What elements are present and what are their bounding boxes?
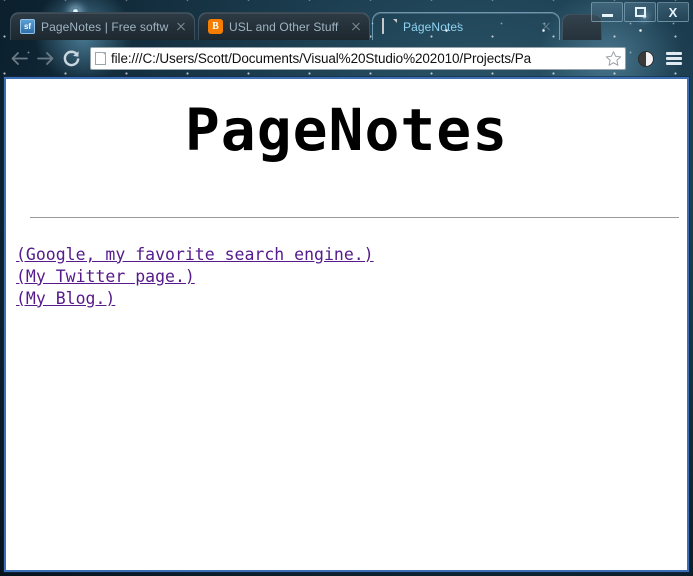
close-icon[interactable] [174, 20, 188, 34]
window-controls: X [590, 2, 689, 24]
app-menu-button[interactable] [661, 46, 687, 72]
tab-label: PageNotes | Free softwa [41, 19, 169, 34]
link-list: (Google, my favorite search engine.) (My… [16, 244, 687, 310]
close-icon[interactable] [539, 20, 553, 34]
tab-label: USL and Other Stuff [229, 19, 339, 34]
address-bar[interactable]: file:///C:/Users/Scott/Documents/Visual%… [90, 47, 626, 70]
close-icon: X [668, 4, 678, 20]
bookmark-star-icon[interactable] [605, 50, 623, 67]
half-circle-icon [638, 50, 654, 67]
document-icon [382, 18, 397, 34]
maximize-icon [634, 7, 646, 17]
browser-toolbar: file:///C:/Users/Scott/Documents/Visual%… [0, 40, 693, 77]
tab-label: PageNotes [403, 19, 464, 34]
horizontal-divider [30, 216, 679, 218]
arrow-left-icon [11, 52, 28, 65]
page-viewport: PageNotes (Google, my favorite search en… [4, 77, 689, 572]
maximize-button[interactable] [624, 2, 656, 22]
close-icon[interactable] [349, 20, 363, 34]
browser-window: sf PageNotes | Free softwa B USL and Oth… [0, 0, 693, 576]
forward-button[interactable] [32, 46, 58, 72]
blogger-icon: B [208, 19, 223, 34]
link-blog[interactable]: (My Blog.) [16, 288, 687, 310]
sourceforge-icon: sf [20, 19, 35, 34]
reload-icon [63, 50, 79, 67]
link-google[interactable]: (Google, my favorite search engine.) [16, 244, 687, 266]
tab-pagenotes-sourceforge[interactable]: sf PageNotes | Free softwa [10, 12, 195, 40]
menu-icon [666, 50, 682, 68]
page-content: PageNotes (Google, my favorite search en… [6, 79, 687, 570]
tab-pagenotes-active[interactable]: PageNotes [372, 12, 560, 40]
arrow-right-icon [36, 52, 53, 65]
minimize-icon [601, 14, 613, 17]
link-twitter[interactable]: (My Twitter page.) [16, 266, 687, 288]
page-title: PageNotes [184, 96, 509, 164]
close-button[interactable]: X [657, 2, 689, 22]
tab-usl-and-other-stuff[interactable]: B USL and Other Stuff [198, 12, 370, 40]
url-text[interactable]: file:///C:/Users/Scott/Documents/Visual%… [111, 51, 603, 66]
page-menu-button[interactable] [633, 46, 659, 72]
reload-button[interactable] [58, 46, 84, 72]
page-document-icon [95, 52, 106, 65]
back-button[interactable] [6, 46, 32, 72]
minimize-button[interactable] [591, 2, 623, 22]
